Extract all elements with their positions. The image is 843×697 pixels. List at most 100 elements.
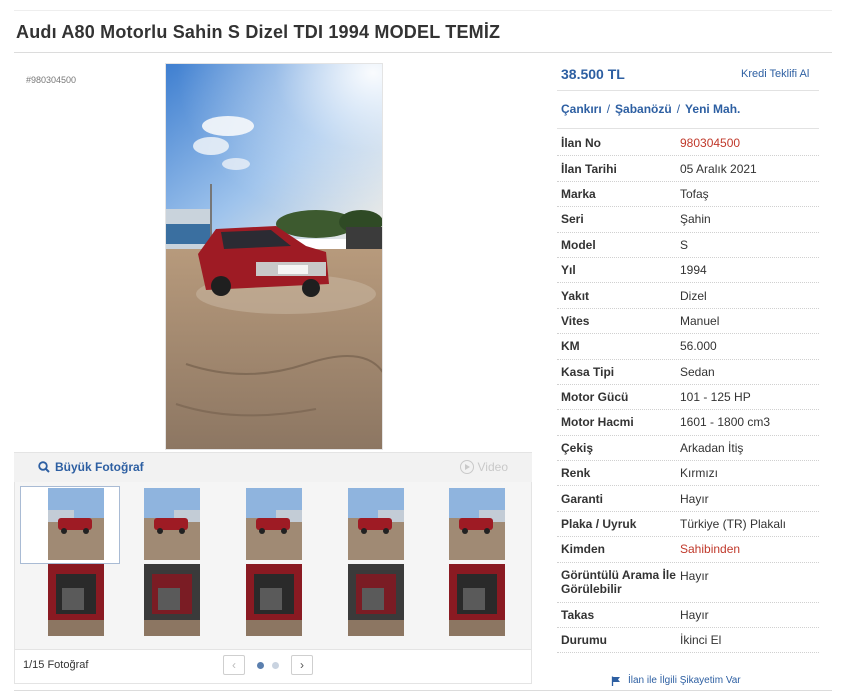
- top-divider: [14, 10, 832, 11]
- breadcrumb-location: Çankırı / Şabanözü / Yeni Mah.: [561, 102, 740, 116]
- spec-value: 980304500: [680, 136, 741, 151]
- location-neighborhood-link[interactable]: Yeni Mah.: [685, 102, 740, 116]
- spec-row: İlan Tarihi 05 Aralık 2021: [557, 156, 819, 182]
- location-divider: [557, 128, 819, 129]
- spec-value: Sedan: [680, 364, 715, 379]
- spec-label: Vites: [561, 313, 590, 328]
- spec-label: Plaka / Uyruk: [561, 517, 637, 532]
- gallery-thumbnail[interactable]: [246, 488, 302, 560]
- spec-row: İlan No 980304500: [557, 131, 819, 157]
- big-photo-label: Büyük Fotoğraf: [55, 460, 144, 474]
- spec-label: Yakıt: [561, 288, 590, 303]
- breadcrumb-separator: /: [676, 102, 681, 116]
- spec-label: İlan No: [561, 136, 602, 151]
- listing-id-tag: #980304500: [26, 75, 77, 85]
- spec-value: 05 Aralık 2021: [680, 161, 757, 176]
- magnifier-icon: [38, 461, 50, 473]
- spec-label: Motor Gücü: [561, 390, 629, 405]
- spec-row: Vites Manuel: [557, 309, 819, 335]
- spec-row: Yıl 1994: [557, 258, 819, 284]
- prev-page-button[interactable]: ‹: [223, 655, 245, 675]
- gallery-thumbnail[interactable]: [246, 564, 302, 636]
- complaint-link[interactable]: İlan ile İlgili Şikayetim Var: [611, 675, 741, 686]
- gallery-thumbnail[interactable]: [348, 488, 404, 560]
- spec-row: Kimden Sahibinden: [557, 537, 819, 563]
- page-dots: [253, 661, 283, 669]
- gallery-thumbnail[interactable]: [144, 564, 200, 636]
- spec-label: Yıl: [561, 263, 576, 278]
- spec-value: 1994: [680, 263, 707, 278]
- bottom-divider: [14, 690, 832, 691]
- spec-label: Kasa Tipi: [561, 364, 615, 379]
- spec-value: Dizel: [680, 288, 707, 303]
- page-dot[interactable]: [257, 661, 264, 669]
- spec-label: Çekiş: [561, 440, 594, 455]
- play-circle-icon: [459, 460, 474, 474]
- spec-label: İlan Tarihi: [561, 161, 617, 176]
- spec-value: Sahibinden: [680, 542, 741, 557]
- gallery-thumbnail[interactable]: [48, 488, 104, 560]
- spec-row: Renk Kırmızı: [557, 461, 819, 487]
- spec-value: 56.000: [680, 339, 717, 354]
- gallery-footer: 1/15 Fotoğraf ‹ ›: [14, 650, 532, 684]
- gallery-toolbar: Büyük Fotoğraf Video: [14, 452, 532, 482]
- spec-value: Hayır: [680, 607, 709, 622]
- listing-price: 38.500 TL: [561, 66, 625, 82]
- video-label: Video: [477, 460, 508, 474]
- spec-value: Tofaş: [680, 186, 709, 201]
- thumbnail-grid: [14, 482, 532, 650]
- spec-row: Marka Tofaş: [557, 182, 819, 208]
- spec-value: Arkadan İtiş: [680, 440, 744, 455]
- spec-label: Görüntülü Arama İle Görülebilir: [561, 568, 676, 597]
- spec-label: Takas: [561, 607, 595, 622]
- location-district-link[interactable]: Şabanözü: [615, 102, 672, 116]
- spec-value: Manuel: [680, 313, 720, 328]
- gallery-thumbnail[interactable]: [48, 564, 104, 636]
- price-divider: [557, 90, 819, 91]
- complaint-label: İlan ile İlgili Şikayetim Var: [628, 675, 741, 686]
- spec-label: Durumu: [561, 633, 607, 648]
- spec-row: Garanti Hayır: [557, 486, 819, 512]
- spec-row: Motor Gücü 101 - 125 HP: [557, 385, 819, 411]
- spec-row: Plaka / Uyruk Türkiye (TR) Plakalı: [557, 512, 819, 538]
- spec-value: S: [680, 237, 689, 252]
- location-city-link[interactable]: Çankırı: [561, 102, 602, 116]
- spec-row: Takas Hayır: [557, 603, 819, 629]
- credit-offer-link[interactable]: Kredi Teklifi Al: [741, 68, 809, 80]
- spec-value: Şahin: [680, 212, 711, 227]
- spec-row: Çekiş Arkadan İtiş: [557, 436, 819, 462]
- spec-row: Durumu İkinci El: [557, 628, 819, 654]
- spec-label: Model: [561, 237, 596, 252]
- gallery-thumbnail[interactable]: [144, 488, 200, 560]
- gallery-thumbnail[interactable]: [449, 564, 505, 636]
- spec-row: Motor Hacmi 1601 - 1800 cm3: [557, 410, 819, 436]
- spec-label: Marka: [561, 186, 596, 201]
- spec-label: KM: [561, 339, 580, 354]
- spec-row: Seri Şahin: [557, 207, 819, 233]
- spec-value: Kırmızı: [680, 466, 718, 481]
- spec-label: Renk: [561, 466, 591, 481]
- big-photo-link[interactable]: Büyük Fotoğraf: [38, 460, 144, 474]
- spec-value: Hayır: [680, 568, 709, 583]
- photo-count: 1/15 Fotoğraf: [23, 659, 89, 671]
- page-dot[interactable]: [272, 661, 279, 669]
- spec-row: Görüntülü Arama İle Görülebilir Hayır: [557, 563, 819, 603]
- spec-table: İlan No 980304500 İlan Tarihi 05 Aralık 202…: [557, 131, 819, 654]
- spec-value: Türkiye (TR) Plakalı: [680, 517, 787, 532]
- title-divider: [14, 52, 832, 53]
- spec-row: Model S: [557, 233, 819, 258]
- thumbnail-pager: ‹ ›: [223, 655, 313, 675]
- main-car-photo[interactable]: [165, 63, 383, 450]
- spec-value: 1601 - 1800 cm3: [680, 415, 771, 430]
- spec-value: Hayır: [680, 491, 709, 506]
- gallery-thumbnail[interactable]: [449, 488, 505, 560]
- listing-title: Audı A80 Motorlu Sahin S Dizel TDI 1994 …: [16, 22, 501, 42]
- spec-label: Seri: [561, 212, 584, 227]
- next-page-button[interactable]: ›: [291, 655, 313, 675]
- video-link[interactable]: Video: [459, 460, 508, 474]
- spec-label: Kimden: [561, 542, 606, 557]
- gallery-thumbnail[interactable]: [348, 564, 404, 636]
- spec-row: Yakıt Dizel: [557, 283, 819, 309]
- spec-row: Kasa Tipi Sedan: [557, 360, 819, 385]
- spec-label: Motor Hacmi: [561, 415, 634, 430]
